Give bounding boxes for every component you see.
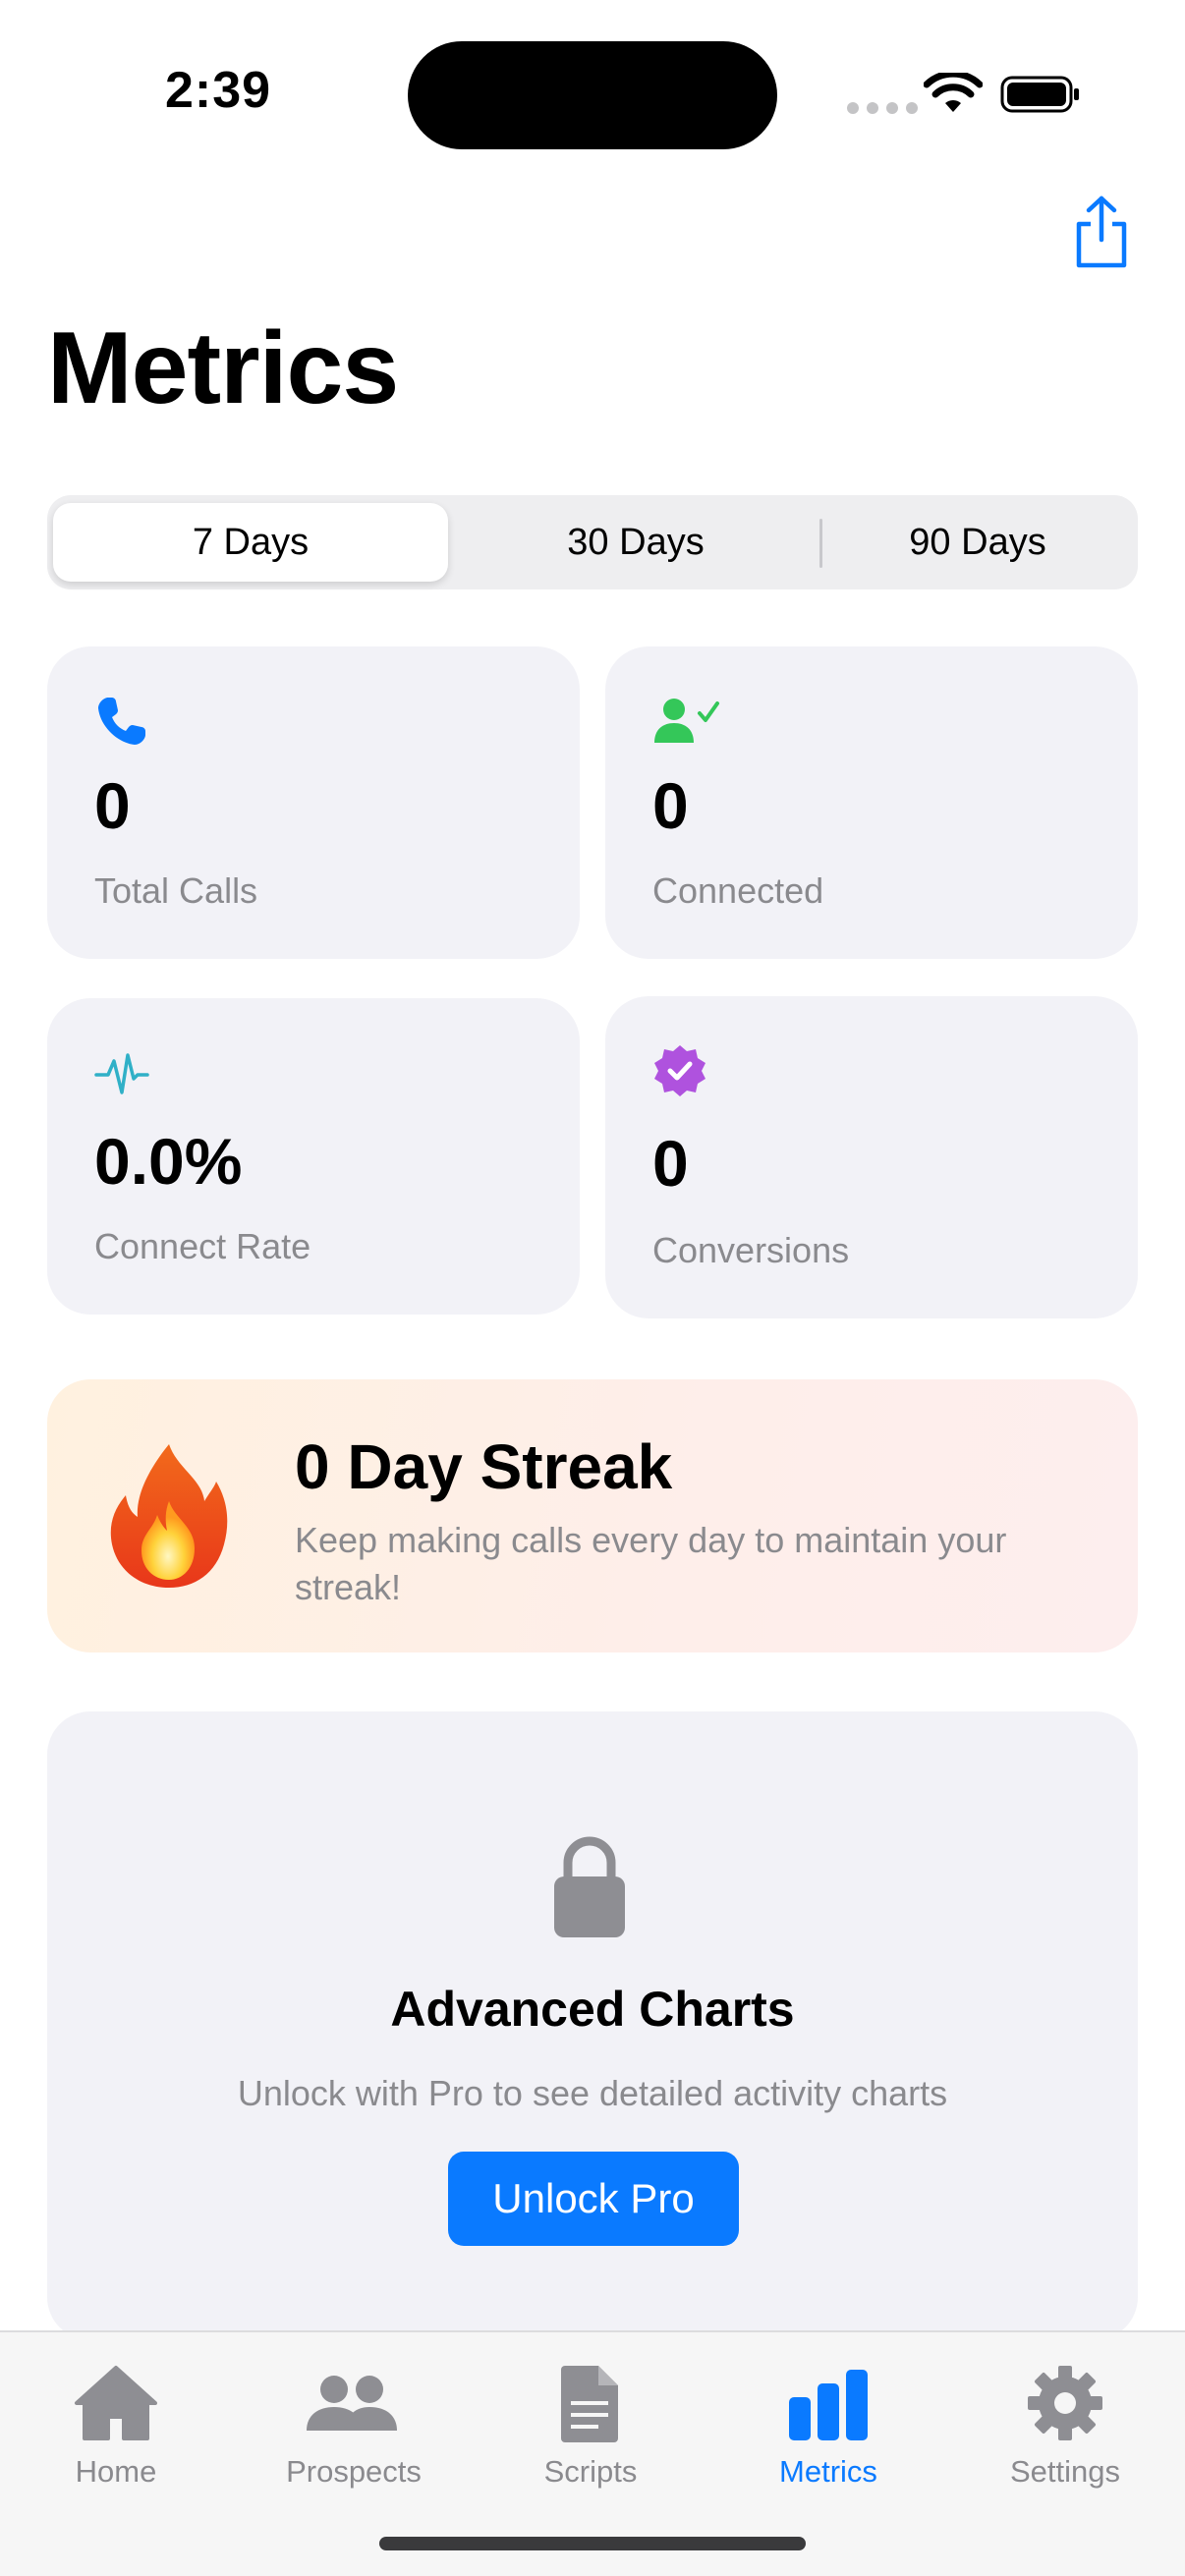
tab-settings[interactable]: Settings — [957, 2350, 1173, 2497]
conversions-label: Conversions — [652, 1230, 850, 1270]
conversions-card[interactable]: 0 Conversions — [605, 996, 1138, 1318]
advanced-charts-card: Advanced Charts Unlock with Pro to see d… — [47, 1711, 1138, 2340]
share-icon[interactable] — [1069, 195, 1134, 269]
status-time: 2:39 — [165, 62, 272, 119]
bar-chart-icon — [789, 2370, 868, 2440]
advanced-charts-title: Advanced Charts — [390, 1982, 795, 2037]
tab-prospects[interactable]: Prospects — [246, 2350, 462, 2497]
person-check-icon — [654, 699, 719, 743]
tab-prospects-label: Prospects — [286, 2454, 422, 2489]
conversions-value: 0 — [652, 1127, 689, 1200]
total-calls-label: Total Calls — [94, 870, 258, 911]
advanced-charts-subtitle: Unlock with Pro to see detailed activity… — [237, 2073, 948, 2113]
streak-title: 0 Day Streak — [295, 1431, 673, 1502]
battery-icon — [1000, 76, 1079, 113]
segment-90-days[interactable]: 90 Days — [823, 503, 1132, 582]
lock-icon — [554, 1836, 625, 1937]
segment-30-days[interactable]: 30 Days — [454, 503, 818, 582]
connected-label: Connected — [652, 870, 824, 911]
document-icon — [561, 2366, 618, 2442]
phone-icon — [98, 698, 145, 745]
house-icon — [75, 2366, 157, 2440]
connected-value: 0 — [652, 769, 689, 842]
tab-settings-label: Settings — [1009, 2454, 1120, 2489]
page-title: Metrics — [47, 311, 399, 425]
tab-home[interactable]: Home — [8, 2350, 224, 2497]
streak-subtitle: Keep making calls every day to maintain … — [295, 1520, 1007, 1607]
total-calls-value: 0 — [94, 769, 131, 842]
connect-rate-value: 0.0% — [94, 1125, 243, 1198]
unlock-pro-button[interactable]: Unlock Pro — [448, 2152, 739, 2246]
flame-icon — [110, 1444, 228, 1588]
tab-metrics[interactable]: Metrics — [720, 2350, 936, 2497]
tab-scripts[interactable]: Scripts — [482, 2350, 699, 2497]
connect-rate-label: Connect Rate — [94, 1226, 311, 1266]
dynamic-island — [408, 41, 777, 149]
connect-rate-card[interactable]: 0.0% Connect Rate — [47, 998, 580, 1315]
tab-metrics-label: Metrics — [779, 2454, 877, 2489]
checkmark-seal-icon — [654, 1045, 705, 1096]
home-indicator — [379, 2537, 806, 2550]
cellular-signal-icon — [847, 102, 918, 114]
date-range-selector[interactable]: 7 Days 30 Days 90 Days — [47, 495, 1138, 589]
wifi-icon — [924, 73, 983, 112]
waveform-icon — [94, 1053, 149, 1094]
gear-icon — [1028, 2366, 1102, 2440]
tab-home-label: Home — [75, 2454, 157, 2489]
segment-divider — [819, 519, 822, 568]
connected-card[interactable]: 0 Connected — [605, 646, 1138, 959]
total-calls-card[interactable]: 0 Total Calls — [47, 646, 580, 959]
segment-7-days[interactable]: 7 Days — [53, 503, 448, 582]
tab-scripts-label: Scripts — [543, 2454, 638, 2489]
people-icon — [307, 2376, 397, 2431]
streak-card: 0 Day Streak Keep making calls every day… — [47, 1379, 1138, 1652]
